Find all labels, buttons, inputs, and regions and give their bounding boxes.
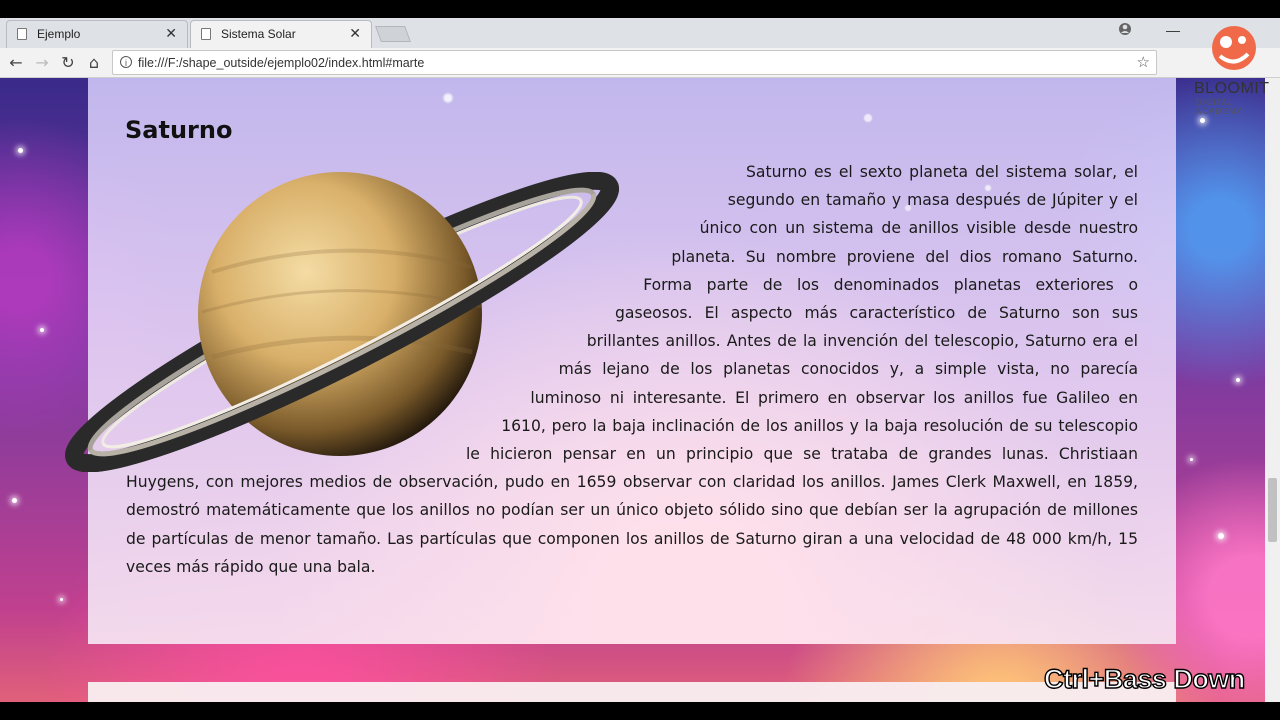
tab-strip: Ejemplo ✕ Sistema Solar ✕ [0, 18, 1280, 48]
star-decoration [1236, 378, 1240, 382]
star-decoration [1218, 533, 1224, 539]
page-viewport: Saturno Saturno es el sexto planeta del … [0, 78, 1280, 702]
reload-icon[interactable]: ↻ [57, 52, 79, 74]
logo-tagline: DIGITAL ACADEMY [1196, 98, 1243, 116]
next-section [88, 682, 1176, 702]
new-tab-button[interactable] [375, 26, 411, 42]
top-black-bar [0, 0, 1280, 18]
bookmark-star-icon[interactable]: ☆ [1137, 53, 1150, 71]
browser-toolbar: ← → ↻ ⌂ i file:///F:/shape_outside/ejemp… [0, 48, 1280, 78]
video-overlay-caption: Ctrl+Bass Down [1043, 663, 1246, 694]
info-icon[interactable]: i [120, 56, 132, 68]
url-text[interactable]: file:///F:/shape_outside/ejemplo02/index… [138, 56, 424, 70]
star-decoration [40, 328, 44, 332]
star-decoration [1190, 458, 1193, 461]
tab-ejemplo[interactable]: Ejemplo ✕ [6, 20, 188, 48]
bottom-black-bar [0, 702, 1280, 720]
section-paragraph: Saturno es el sexto planeta del sistema … [126, 158, 1138, 581]
star-decoration [60, 598, 63, 601]
close-tab-icon[interactable]: ✕ [165, 25, 177, 42]
tab-label: Ejemplo [37, 27, 81, 41]
tab-sistema-solar[interactable]: Sistema Solar ✕ [190, 20, 372, 48]
close-tab-icon[interactable]: ✕ [349, 25, 361, 42]
profile-icon[interactable] [1118, 22, 1132, 50]
star-decoration [1200, 118, 1205, 123]
scrollbar-track[interactable] [1265, 78, 1280, 702]
home-icon[interactable]: ⌂ [83, 52, 105, 74]
star-decoration [18, 148, 23, 153]
page-icon [17, 28, 27, 40]
scrollbar-thumb[interactable] [1268, 478, 1277, 542]
tab-label: Sistema Solar [221, 27, 296, 41]
back-icon[interactable]: ← [5, 52, 27, 74]
star-decoration [12, 498, 17, 503]
address-bar[interactable]: i file:///F:/shape_outside/ejemplo02/ind… [112, 50, 1157, 75]
forward-icon[interactable]: → [31, 52, 53, 74]
section-heading: Saturno [125, 116, 233, 145]
minimize-icon[interactable]: — [1166, 22, 1180, 50]
page-icon [201, 28, 211, 40]
logo-brand: BLOOMIT [1194, 80, 1270, 97]
saturno-section: Saturno Saturno es el sexto planeta del … [88, 78, 1176, 644]
